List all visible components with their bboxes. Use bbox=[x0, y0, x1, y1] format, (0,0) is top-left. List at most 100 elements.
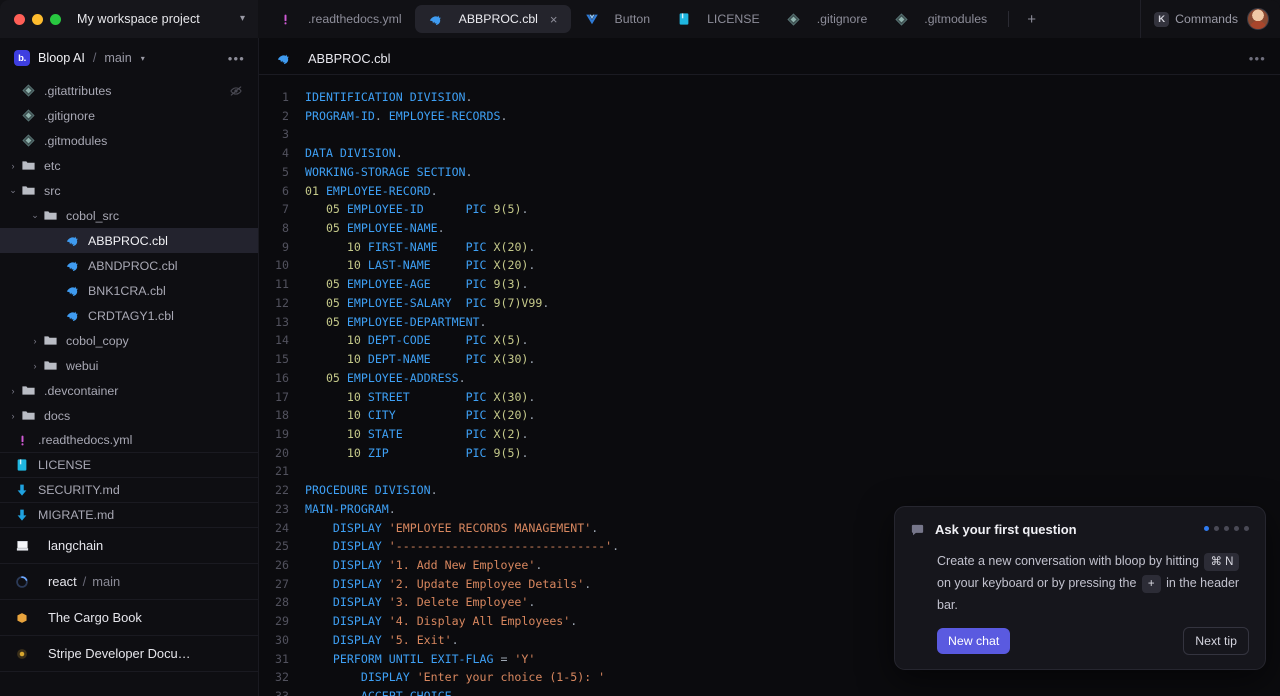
code-text[interactable]: DATA DIVISION. bbox=[305, 144, 403, 163]
code-text[interactable]: DISPLAY 'EMPLOYEE RECORDS MANAGEMENT'. bbox=[305, 519, 598, 538]
code-text[interactable]: MAIN-PROGRAM. bbox=[305, 500, 396, 519]
code-text[interactable]: DISPLAY '4. Display All Employees'. bbox=[305, 612, 577, 631]
code-text[interactable]: PROCEDURE DIVISION. bbox=[305, 481, 438, 500]
chevron-right-icon[interactable]: › bbox=[6, 386, 20, 396]
tab-readthedocs-yml[interactable]: .readthedocs.yml bbox=[264, 5, 415, 33]
code-text[interactable]: 05 EMPLOYEE-NAME. bbox=[305, 219, 445, 238]
chevron-right-icon[interactable]: › bbox=[6, 161, 20, 171]
tab-gitignore[interactable]: .gitignore bbox=[773, 5, 881, 33]
code-text[interactable]: 10 ZIP PIC 9(5). bbox=[305, 444, 529, 463]
file-item-security-md[interactable]: SECURITY.md bbox=[0, 478, 258, 503]
tree-item-etc[interactable]: › etc bbox=[0, 153, 258, 178]
close-window-button[interactable] bbox=[14, 13, 25, 25]
code-text[interactable]: 10 DEPT-CODE PIC X(5). bbox=[305, 331, 529, 350]
tip-dot[interactable] bbox=[1234, 526, 1239, 531]
code-text[interactable]: 10 DEPT-NAME PIC X(30). bbox=[305, 350, 536, 369]
file-item-migrate-md[interactable]: MIGRATE.md bbox=[0, 503, 258, 528]
project-item-stripe-developer-docu[interactable]: Stripe Developer Docu… bbox=[0, 636, 258, 672]
code-text[interactable]: ACCEPT CHOICE bbox=[305, 687, 452, 696]
code-text[interactable]: PERFORM UNTIL EXIT-FLAG = 'Y' bbox=[305, 650, 535, 669]
code-text[interactable]: 10 STATE PIC X(2). bbox=[305, 425, 529, 444]
tip-dot[interactable] bbox=[1204, 526, 1209, 531]
code-text[interactable]: 10 FIRST-NAME PIC X(20). bbox=[305, 238, 536, 257]
project-item-react[interactable]: react / main bbox=[0, 564, 258, 600]
code-text[interactable]: DISPLAY '5. Exit'. bbox=[305, 631, 459, 650]
code-text[interactable]: DISPLAY 'Enter your choice (1-5): ' bbox=[305, 668, 605, 687]
code-text[interactable]: WORKING-STORAGE SECTION. bbox=[305, 163, 473, 182]
code-line: 8 05 EMPLOYEE-NAME. bbox=[259, 219, 1280, 238]
window-controls[interactable] bbox=[14, 13, 61, 25]
code-text[interactable]: 05 EMPLOYEE-ID PIC 9(5). bbox=[305, 200, 528, 219]
chevron-right-icon[interactable]: › bbox=[6, 411, 20, 421]
next-tip-button[interactable]: Next tip bbox=[1183, 627, 1249, 655]
code-text[interactable]: DISPLAY '1. Add New Employee'. bbox=[305, 556, 542, 575]
line-number: 10 bbox=[275, 258, 289, 273]
minimize-window-button[interactable] bbox=[32, 13, 43, 25]
chevron-down-icon[interactable]: ▾ bbox=[141, 54, 145, 63]
chevron-right-icon[interactable]: › bbox=[28, 361, 42, 371]
tip-dot[interactable] bbox=[1214, 526, 1219, 531]
editor-menu-button[interactable]: ••• bbox=[1249, 52, 1266, 65]
code-text[interactable]: 01 EMPLOYEE-RECORD. bbox=[305, 182, 438, 201]
code-text[interactable]: 10 LAST-NAME PIC X(20). bbox=[305, 256, 536, 275]
code-text[interactable]: DISPLAY '------------------------------'… bbox=[305, 537, 619, 556]
new-chat-button[interactable]: New chat bbox=[937, 628, 1011, 654]
code-text[interactable]: 05 EMPLOYEE-ADDRESS. bbox=[305, 369, 466, 388]
repo-menu-button[interactable]: ••• bbox=[228, 52, 245, 65]
repo-branch[interactable]: main bbox=[104, 51, 131, 65]
code-text[interactable]: 05 EMPLOYEE-SALARY PIC 9(7)V99. bbox=[305, 294, 549, 313]
code-text[interactable]: 10 STREET PIC X(30). bbox=[305, 388, 536, 407]
new-tab-button[interactable]: + bbox=[1017, 5, 1046, 33]
workspace-title: My workspace project bbox=[77, 12, 200, 26]
tree-item-gitmodules[interactable]: .gitmodules bbox=[0, 128, 258, 153]
tree-item-crdtagy1-cbl[interactable]: CRDTAGY1.cbl bbox=[0, 303, 258, 328]
maximize-window-button[interactable] bbox=[50, 13, 61, 25]
code-text[interactable]: 05 EMPLOYEE-DEPARTMENT. bbox=[305, 313, 487, 332]
file-item-readthedocs-yml[interactable]: .readthedocs.yml bbox=[0, 428, 258, 453]
code-text[interactable]: IDENTIFICATION DIVISION. bbox=[305, 88, 473, 107]
tree-item-docs[interactable]: › docs bbox=[0, 403, 258, 428]
tab-abbproc-cbl[interactable]: ABBPROC.cbl × bbox=[414, 5, 571, 33]
code-token: DATA DIVISION bbox=[305, 146, 396, 161]
code-text[interactable]: 05 EMPLOYEE-AGE PIC 9(3). bbox=[305, 275, 528, 294]
tab-gitmodules[interactable]: .gitmodules bbox=[880, 5, 1000, 33]
commands-button[interactable]: K Commands bbox=[1154, 11, 1238, 27]
tip-pagination-dots[interactable] bbox=[1204, 522, 1249, 531]
file-item-license[interactable]: LICENSE bbox=[0, 453, 258, 478]
code-token: = bbox=[493, 651, 515, 666]
tree-item-gitattributes[interactable]: .gitattributes bbox=[0, 78, 258, 103]
repo-name[interactable]: Bloop AI bbox=[38, 51, 85, 65]
tree-item-webui[interactable]: › webui bbox=[0, 353, 258, 378]
tip-dot[interactable] bbox=[1224, 526, 1229, 531]
tree-item-gitignore[interactable]: .gitignore bbox=[0, 103, 258, 128]
tree-item-cobol-copy[interactable]: › cobol_copy bbox=[0, 328, 258, 353]
tree-item-abndproc-cbl[interactable]: ABNDPROC.cbl bbox=[0, 253, 258, 278]
close-icon[interactable]: × bbox=[550, 13, 558, 26]
tip-dot[interactable] bbox=[1244, 526, 1249, 531]
tab-license[interactable]: LICENSE bbox=[663, 5, 773, 33]
chevron-right-icon[interactable]: › bbox=[28, 336, 42, 346]
code-token: X(5) bbox=[493, 333, 522, 348]
tree-item-src[interactable]: ⌄ src bbox=[0, 178, 258, 203]
code-text[interactable]: DISPLAY '3. Delete Employee'. bbox=[305, 593, 535, 612]
tree-item-cobol-src[interactable]: ⌄ cobol_src bbox=[0, 203, 258, 228]
tree-item-devcontainer[interactable]: › .devcontainer bbox=[0, 378, 258, 403]
code-text[interactable]: PROGRAM-ID. EMPLOYEE-RECORDS. bbox=[305, 107, 507, 126]
project-item-langchain[interactable]: langchain bbox=[0, 528, 258, 564]
code-text[interactable]: 10 CITY PIC X(20). bbox=[305, 406, 536, 425]
project-item-the-cargo-book[interactable]: The Cargo Book bbox=[0, 600, 258, 636]
avatar[interactable] bbox=[1247, 8, 1269, 30]
chevron-down-icon[interactable]: ⌄ bbox=[6, 185, 20, 196]
tree-item-bnk1cra-cbl[interactable]: BNK1CRA.cbl bbox=[0, 278, 258, 303]
code-text[interactable]: DISPLAY '2. Update Employee Details'. bbox=[305, 575, 591, 594]
code-token: WORKING-STORAGE SECTION bbox=[305, 164, 466, 179]
tree-item-abbproc-cbl[interactable]: ABBPROC.cbl bbox=[0, 228, 258, 253]
tab-button[interactable]: Button bbox=[571, 5, 664, 33]
line-number: 16 bbox=[275, 370, 289, 385]
chevron-down-icon[interactable]: ▾ bbox=[240, 14, 245, 24]
chevron-down-icon[interactable]: ⌄ bbox=[28, 210, 42, 221]
eye-off-icon[interactable] bbox=[228, 83, 244, 99]
